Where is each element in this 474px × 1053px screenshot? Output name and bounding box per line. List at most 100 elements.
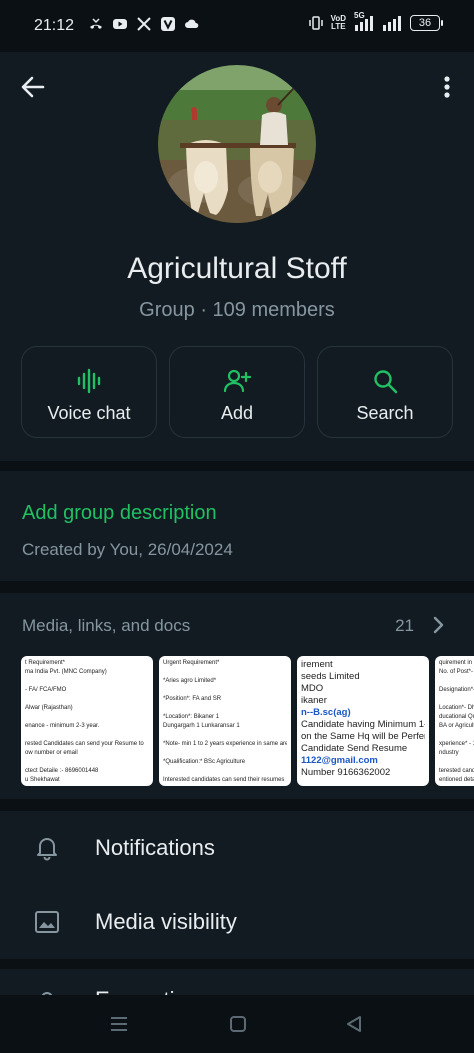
thumb-line [163, 668, 287, 677]
group-subtitle: Group · 109 members [139, 299, 335, 321]
arrow-left-icon[interactable] [18, 72, 48, 102]
add-member-button[interactable]: Add [169, 346, 305, 438]
media-thumb-1[interactable]: t Requirement* ma India Pvt. (MNC Company… [21, 656, 153, 786]
media-visibility-label: Media visibility [95, 909, 237, 934]
media-count[interactable]: 21 [395, 616, 414, 636]
thumb-line [163, 749, 287, 758]
thumb-line: entioned detail [439, 777, 474, 783]
thumb-line [163, 704, 287, 713]
group-avatar[interactable] [158, 65, 316, 223]
notifications-label: Notifications [95, 835, 215, 860]
thumb-line: Dungargarh 1 Lunkaransar 1 [163, 723, 240, 729]
thumb-line: ndustry [439, 750, 459, 756]
volte-indicator: VoD LTE [331, 15, 346, 31]
battery-indicator: 36 [410, 15, 443, 31]
thumb-line: Interested candidates can send their res… [163, 777, 285, 783]
thumb-line: seeds Limited [301, 671, 360, 682]
thumb-line: No. of Post*- 3 [439, 669, 474, 675]
thumb-line: ma India Pvt. (MNC Company) [25, 669, 107, 675]
thumb-line [439, 677, 474, 686]
recents-icon[interactable] [109, 1015, 129, 1033]
thumb-line: t Requirement* [25, 660, 66, 666]
status-time: 21:12 [34, 17, 75, 34]
thumb-line [25, 731, 149, 740]
thumb-line [439, 731, 474, 740]
thumb-line: BA or Agricultu [439, 723, 474, 729]
thumb-line: Candidate Send Resume [301, 743, 408, 754]
image-icon [35, 911, 59, 933]
created-by-text: Created by You, 26/04/2024 [22, 540, 233, 559]
thumb-line: terested candid [439, 768, 474, 774]
notifications-row[interactable]: Notifications [0, 811, 474, 885]
thumb-line: xperience* - 1- [439, 741, 474, 747]
thumb-line: u Shekhawat [25, 777, 60, 783]
thumb-line [439, 785, 474, 786]
media-visibility-row[interactable]: Media visibility [0, 885, 474, 959]
thumb-line: 1122@gmail.com [301, 755, 378, 766]
back-triangle-icon[interactable] [344, 1015, 364, 1033]
thumb-line: Candidate having Minimum 1-2 [301, 719, 425, 730]
volte-bottom: LTE [331, 22, 346, 31]
media-title[interactable]: Media, links, and docs [22, 616, 190, 636]
thumb-line [163, 731, 287, 740]
signal-bars-2-icon [383, 16, 401, 31]
more-vertical-icon[interactable] [436, 72, 458, 102]
status-system-icons: VoD LTE 5G 36 [308, 11, 443, 31]
thumb-line: ducational Qu [439, 714, 474, 720]
thumb-line: Designation*- M [439, 687, 474, 693]
thumb-line: Urgent Requirement* [163, 660, 220, 666]
settings-section: Notifications Media visibility [0, 811, 474, 959]
search-icon [374, 370, 398, 394]
thumb-line: on the Same Hq will be Perferr [301, 731, 425, 742]
x-icon [137, 17, 151, 31]
missed-call-icon [90, 18, 102, 29]
thumb-line: Location*- Dhar [439, 705, 474, 711]
group-header: Agricultural Stoff Group · 109 members V… [0, 52, 474, 461]
thumb-line: quirement in [439, 660, 473, 666]
thumb-line [163, 686, 287, 695]
add-label: Add [220, 403, 254, 423]
thumb-line: enance - minimum 2-3 year. [25, 723, 100, 729]
thumb-line [25, 713, 149, 722]
signal-5g: 5G [354, 11, 374, 31]
chevron-right-icon[interactable] [430, 615, 446, 635]
voice-waveform-icon [77, 368, 101, 394]
cloud-icon [185, 19, 199, 28]
thumb-line: ctect Detaile :- 8696001448 [25, 768, 99, 774]
network-type: 5G [354, 11, 365, 20]
thumb-line: - FA/ FCA/FMO [25, 687, 67, 693]
system-nav-bar [0, 995, 474, 1053]
thumb-line [163, 767, 287, 776]
add-description-link[interactable]: Add group description [22, 502, 217, 525]
media-section: Media, links, and docs 21 t Requirement*… [0, 593, 474, 799]
thumb-line: MDO [301, 683, 324, 694]
search-label: Search [356, 403, 414, 423]
media-thumb-2[interactable]: Urgent Requirement* *Aries agro Limited*… [159, 656, 291, 786]
media-thumb-3[interactable]: irement seeds Limited MDO ikaner n--B.sc(ag)… [297, 656, 429, 786]
thumb-line: Number 9166362002 [301, 767, 391, 778]
thumb-line: *Note- min 1 to 2 years experience in sa… [163, 741, 287, 747]
thumb-line: *Qualification:* BSc Agriculture [163, 759, 246, 765]
thumb-line: rested Candidates can send your Resume t… [25, 741, 144, 747]
media-thumb-4[interactable]: quirement in No. of Post*- 3 Designation*… [435, 656, 474, 786]
status-bar: 21:12 VoD LTE 5G 36 [0, 0, 474, 52]
status-notification-icons [88, 16, 200, 32]
thumb-line: n--B.sc(ag) [301, 707, 351, 718]
home-icon[interactable] [228, 1015, 248, 1033]
add-person-icon [223, 369, 251, 393]
farmer-with-oxen-image [158, 65, 316, 223]
vibrate-icon [308, 16, 323, 30]
thumb-line [25, 758, 149, 767]
search-button[interactable]: Search [317, 346, 453, 438]
thumb-line: irement [301, 659, 333, 670]
thumb-line: *Aries agro Limited* [163, 678, 217, 684]
voice-chat-label: Voice chat [47, 403, 131, 423]
youtube-icon [113, 19, 127, 29]
bell-icon [37, 838, 57, 861]
group-name[interactable]: Agricultural Stoff [0, 252, 474, 286]
thumb-line: ow number or email [25, 750, 78, 756]
voice-chat-button[interactable]: Voice chat [21, 346, 157, 438]
thumb-line [25, 695, 149, 704]
thumb-line: *Position*: FA and SR [163, 696, 222, 702]
thumb-line: ikaner [301, 695, 327, 706]
